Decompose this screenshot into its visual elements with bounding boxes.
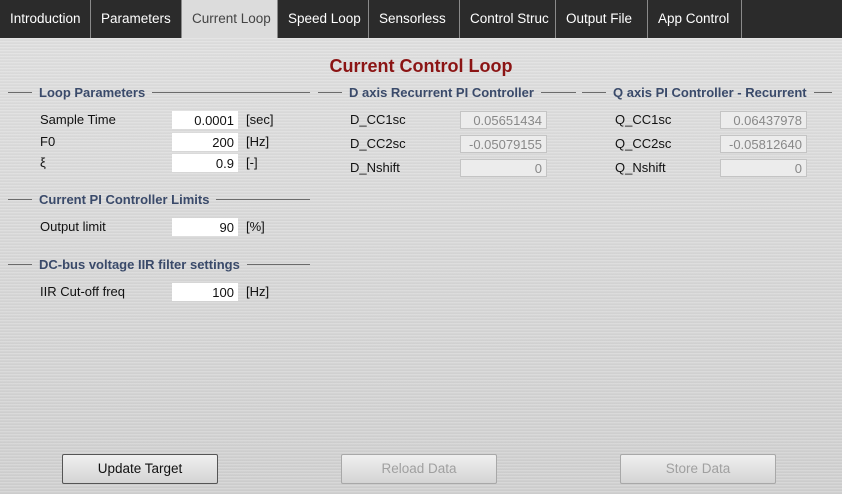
tab-sensorless[interactable]: Sensorless	[369, 0, 460, 38]
d-nshift-label: D_Nshift	[350, 160, 400, 175]
xi-unit: [-]	[246, 155, 258, 170]
iir-cutoff-unit: [Hz]	[246, 284, 270, 299]
page-title: Current Control Loop	[329, 56, 513, 76]
d-axis-title: D axis Recurrent PI Controller	[349, 84, 534, 100]
f0-unit: [Hz]	[246, 134, 270, 149]
xi-input[interactable]	[172, 154, 238, 172]
d-nshift-field	[460, 159, 547, 177]
f0-input[interactable]	[172, 133, 238, 151]
q-nshift-label: Q_Nshift	[615, 160, 666, 175]
iir-cutoff-input[interactable]	[172, 283, 238, 301]
dcbus-filter-title: DC-bus voltage IIR filter settings	[39, 256, 240, 272]
output-limit-unit: [%]	[246, 219, 265, 234]
d-cc2sc-label: D_CC2sc	[350, 136, 406, 151]
tab-control-struc[interactable]: Control Struc	[460, 0, 556, 38]
d-cc1sc-field	[460, 111, 547, 129]
q-cc1sc-label: Q_CC1sc	[615, 112, 672, 127]
q-cc1sc-field	[720, 111, 807, 129]
update-target-button[interactable]: Update Target	[62, 454, 218, 484]
d-axis-group: D axis Recurrent PI Controller	[318, 84, 576, 100]
sample-time-label: Sample Time	[40, 112, 116, 127]
iir-cutoff-label: IIR Cut-off freq	[40, 284, 126, 299]
sample-time-input[interactable]	[172, 111, 238, 129]
xi-label: ξ	[40, 155, 46, 170]
store-data-button: Store Data	[620, 454, 776, 484]
q-axis-group: Q axis PI Controller - Recurrent	[582, 84, 832, 100]
sample-time-unit: [sec]	[246, 112, 274, 127]
pi-limits-group: Current PI Controller Limits	[8, 191, 310, 207]
tab-speed-loop[interactable]: Speed Loop	[278, 0, 369, 38]
tab-current-loop[interactable]: Current Loop	[182, 0, 278, 38]
loop-parameters-group: Loop Parameters	[8, 84, 310, 100]
q-axis-title: Q axis PI Controller - Recurrent	[613, 84, 807, 100]
q-nshift-field	[720, 159, 807, 177]
tab-output-file[interactable]: Output File	[556, 0, 648, 38]
q-cc2sc-label: Q_CC2sc	[615, 136, 672, 151]
q-cc2sc-field	[720, 135, 807, 153]
reload-data-button: Reload Data	[341, 454, 497, 484]
output-limit-label: Output limit	[40, 219, 106, 234]
output-limit-input[interactable]	[172, 218, 238, 236]
dcbus-filter-group: DC-bus voltage IIR filter settings	[8, 256, 310, 272]
loop-parameters-title: Loop Parameters	[39, 84, 146, 100]
d-cc2sc-field	[460, 135, 547, 153]
tab-bar: Introduction Parameters Current Loop Spe…	[0, 0, 842, 38]
current-loop-panel: Current Control Loop Loop Parameters Sam…	[0, 38, 842, 494]
d-cc1sc-label: D_CC1sc	[350, 112, 406, 127]
tab-app-control[interactable]: App Control	[648, 0, 742, 38]
pi-limits-title: Current PI Controller Limits	[39, 191, 210, 207]
tab-parameters[interactable]: Parameters	[91, 0, 182, 38]
f0-label: F0	[40, 134, 56, 149]
tab-introduction[interactable]: Introduction	[0, 0, 91, 38]
